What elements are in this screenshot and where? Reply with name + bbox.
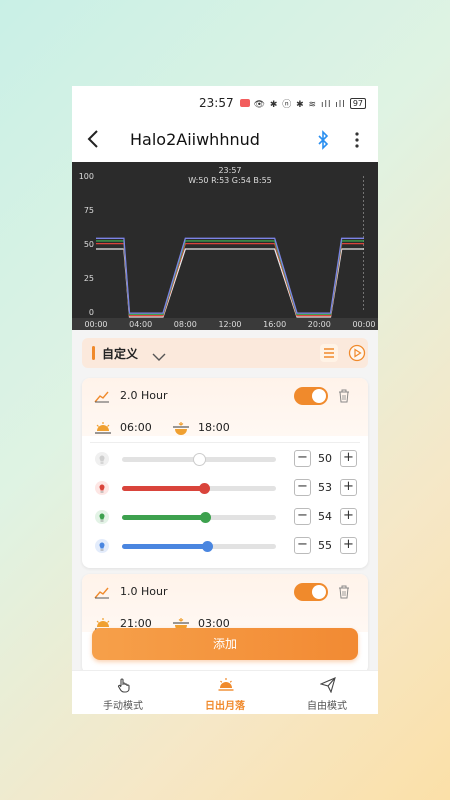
white-value: 50 xyxy=(318,452,332,465)
slider-thumb[interactable] xyxy=(200,512,212,523)
y-tick-label: 75 xyxy=(84,206,94,215)
ramp-hour-icon xyxy=(94,584,110,599)
white-slider-track[interactable] xyxy=(122,454,276,465)
back-arrow-icon[interactable] xyxy=(86,128,100,156)
light-schedule-chart[interactable]: 23:57 W:50 R:53 G:54 B:55 100 75 50 25 0 00:0… xyxy=(72,162,378,330)
app-screen: 23:57 👁 ✱ ⓝ ✱ ≋ ıll ıll 97 Halo2Aiiwhhnu… xyxy=(72,86,378,714)
slider-fill xyxy=(122,515,206,520)
record-indicator-icon xyxy=(239,99,250,107)
enable-toggle[interactable] xyxy=(294,583,328,601)
x-tick-label: 12:00 xyxy=(218,320,241,329)
channel-row-blue: − 55 + xyxy=(82,535,368,557)
ramp-hour-icon xyxy=(94,388,110,403)
series-line-r xyxy=(96,242,364,317)
sunrise-tab-icon xyxy=(218,677,234,693)
green-slider-track[interactable] xyxy=(122,512,276,523)
ramp-duration[interactable]: 1.0 Hour xyxy=(120,585,168,598)
slider-thumb[interactable] xyxy=(198,483,210,494)
status-time: 23:57 xyxy=(199,96,234,110)
chart-svg: 23:57 W:50 R:53 G:54 B:55 100 75 50 25 0 00:0… xyxy=(72,166,378,330)
y-tick-label: 50 xyxy=(84,240,94,249)
page-title: Halo2Aiiwhhnud xyxy=(130,130,260,149)
send-icon xyxy=(319,677,336,694)
tab-manual[interactable]: 手动模式 xyxy=(72,671,174,714)
enable-toggle[interactable] xyxy=(294,387,328,405)
chevron-down-icon[interactable] xyxy=(152,347,166,361)
y-tick-label: 0 xyxy=(89,308,94,317)
channel-row-green: − 54 + xyxy=(82,506,368,528)
trash-icon[interactable] xyxy=(338,584,350,599)
toggle-knob xyxy=(312,389,326,403)
decrease-button[interactable]: − xyxy=(294,450,311,467)
blue-value: 55 xyxy=(318,539,332,552)
tab-label: 日出月落 xyxy=(205,701,245,712)
play-icon[interactable] xyxy=(347,343,367,363)
sunrise-icon xyxy=(94,420,112,434)
green-value: 54 xyxy=(318,510,332,523)
red-slider-track[interactable] xyxy=(122,483,276,494)
battery-icon: 97 xyxy=(349,97,366,109)
sunrise-time[interactable]: 06:00 xyxy=(120,421,152,434)
increase-button[interactable]: + xyxy=(340,508,357,525)
blue-slider-track[interactable] xyxy=(122,541,276,552)
more-vertical-icon[interactable] xyxy=(354,130,360,150)
hand-icon xyxy=(116,677,132,693)
channel-row-white: − 50 + xyxy=(82,448,368,470)
bluetooth-icon[interactable] xyxy=(316,130,330,150)
sunset-icon xyxy=(172,420,190,435)
decrease-button[interactable]: − xyxy=(294,508,311,525)
x-tick-label: 00:00 xyxy=(352,320,375,329)
tab-label: 手动模式 xyxy=(103,701,143,712)
cursor-time-label: 23:57 xyxy=(218,166,241,175)
x-tick-label: 20:00 xyxy=(308,320,331,329)
slider-thumb[interactable] xyxy=(194,454,205,465)
bulb-icon xyxy=(94,538,110,554)
slider-fill xyxy=(122,544,207,549)
status-bar: 23:57 👁 ✱ ⓝ ✱ ≋ ıll ıll 97 xyxy=(72,86,378,120)
decrease-button[interactable]: − xyxy=(294,537,311,554)
toggle-knob xyxy=(312,585,326,599)
increase-button[interactable]: + xyxy=(340,450,357,467)
add-button[interactable]: 添加 xyxy=(92,628,358,660)
tab-sunrise-sunset[interactable]: 日出月落 xyxy=(174,671,276,714)
series-line-w xyxy=(96,248,364,318)
series-line-g xyxy=(96,240,364,316)
y-tick-label: 25 xyxy=(84,274,94,283)
tab-label: 自由模式 xyxy=(307,701,347,712)
mode-accent-bar xyxy=(92,346,95,360)
bulb-icon xyxy=(94,480,110,496)
trash-icon[interactable] xyxy=(338,388,350,403)
bulb-icon xyxy=(94,451,110,467)
increase-button[interactable]: + xyxy=(340,479,357,496)
status-icons: 👁 ✱ ⓝ ✱ ≋ ıll ıll xyxy=(253,99,346,110)
schedule-card-1: 2.0 Hour 06:00 18:00 − 50 + − 53 + − 54 … xyxy=(82,378,368,568)
y-tick-label: 100 xyxy=(79,172,94,181)
channel-row-red: − 53 + xyxy=(82,477,368,499)
list-icon[interactable] xyxy=(320,344,338,362)
tab-free[interactable]: 自由模式 xyxy=(276,671,378,714)
mode-selector[interactable]: 自定义 xyxy=(82,338,368,368)
sunset-time[interactable]: 18:00 xyxy=(198,421,230,434)
ramp-duration[interactable]: 2.0 Hour xyxy=(120,389,168,402)
x-tick-label: 08:00 xyxy=(174,320,197,329)
bottom-tab-bar: 手动模式 日出月落 自由模式 xyxy=(72,670,378,714)
mode-label: 自定义 xyxy=(102,347,139,361)
red-value: 53 xyxy=(318,481,332,494)
bulb-icon xyxy=(94,509,110,525)
x-tick-label: 16:00 xyxy=(263,320,286,329)
slider-fill xyxy=(122,486,204,491)
decrease-button[interactable]: − xyxy=(294,479,311,496)
app-header: Halo2Aiiwhhnud xyxy=(72,120,378,162)
x-tick-label: 00:00 xyxy=(84,320,107,329)
card-divider xyxy=(90,442,360,443)
slider-thumb[interactable] xyxy=(201,541,213,552)
cursor-readout-label: W:50 R:53 G:54 B:55 xyxy=(188,176,272,185)
x-tick-label: 04:00 xyxy=(129,320,152,329)
increase-button[interactable]: + xyxy=(340,537,357,554)
